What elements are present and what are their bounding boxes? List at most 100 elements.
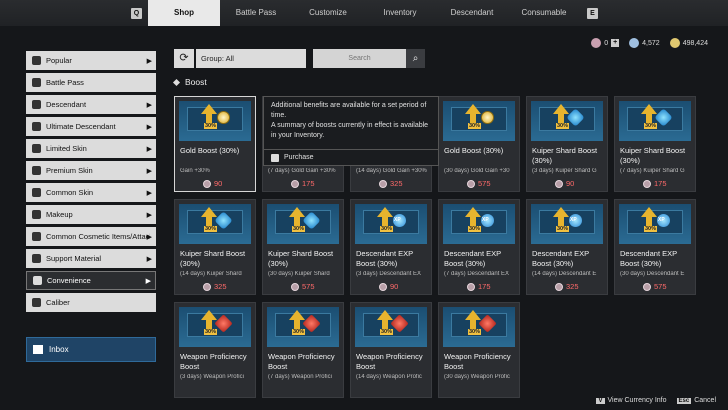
chevron-right-icon: ▶ [146, 167, 152, 175]
view-currency-hint[interactable]: V View Currency Info [596, 397, 667, 404]
boost-arrow-icon [553, 104, 569, 114]
sidebar-item-label: Makeup [46, 210, 73, 219]
sidebar-item-descendant[interactable]: Descendant ▶ [26, 95, 156, 114]
product-card[interactable]: 30% Weapon Proficiency Boost (30 days) Wea… [438, 302, 520, 398]
product-card[interactable]: 30% Descendant EXP Boost (30%) (30 days) D… [614, 199, 696, 295]
boost-arrow-icon [289, 310, 305, 320]
gem-amount: 4,572 [642, 39, 660, 47]
price-value: 325 [214, 282, 227, 291]
product-name: Weapon Proficiency Boost [268, 352, 335, 371]
percent-badge: 30% [204, 226, 218, 232]
tab-customize[interactable]: Customize [294, 0, 362, 26]
product-name: Weapon Proficiency Boost [180, 352, 247, 371]
currency-gem: 4,572 [629, 38, 660, 48]
sidebar-item-label: Convenience [47, 276, 91, 285]
product-name: Kuiper Shard Boost (30%) [532, 146, 598, 165]
product-name: Kuiper Shard Boost (30%) [620, 146, 686, 165]
boost-arrow-icon [201, 207, 217, 217]
product-description: (7 days) Descendant EX [444, 271, 510, 277]
chevron-right-icon: ▶ [146, 123, 152, 131]
product-card[interactable]: 30% Kuiper Shard Boost (30%) (30 days) Kui… [262, 199, 344, 295]
mouse-icon [271, 153, 279, 162]
inbox-button[interactable]: Inbox [26, 337, 156, 362]
caliber-coin-icon [467, 179, 475, 188]
star-icon [32, 56, 41, 65]
add-currency-icon[interactable]: + [611, 39, 620, 47]
tab-shop[interactable]: Shop [148, 0, 220, 26]
product-card[interactable]: 30% Kuiper Shard Boost (30%) (7 days) Kuip… [614, 96, 696, 192]
next-tab-key[interactable]: E [587, 8, 598, 19]
sidebar-item-common-skin[interactable]: Common Skin ▶ [26, 183, 156, 202]
product-name: Gold Boost (30%) [180, 146, 240, 155]
product-name: Descendant EXP Boost (30%) [620, 249, 677, 268]
group-filter-select[interactable]: Group: All [196, 49, 306, 68]
tab-descendant[interactable]: Descendant [438, 0, 506, 26]
product-card[interactable]: 30% Descendant EXP Boost (30%) (14 days) D… [526, 199, 608, 295]
sidebar-item-popular[interactable]: Popular ▶ [26, 51, 156, 70]
sidebar-item-common-cosmetic[interactable]: Common Cosmetic Items/Attachments▶ [26, 227, 156, 246]
caliber-coin-icon [203, 179, 211, 188]
product-card[interactable]: 30% Weapon Proficiency Boost (3 days) Weap… [174, 302, 256, 398]
search-icon: ⌕ [412, 53, 419, 64]
limited-skin-icon [32, 144, 41, 153]
product-name: Weapon Proficiency Boost [444, 352, 511, 371]
tooltip-line-2: A summary of boosts currently in effect … [271, 122, 429, 139]
sidebar-item-support-material[interactable]: Support Material ▶ [26, 249, 156, 268]
caliber-coin-icon [291, 282, 299, 291]
refresh-button[interactable]: ⟳ [174, 49, 194, 68]
purchase-button[interactable]: Purchase [264, 149, 438, 165]
search-input[interactable] [313, 49, 406, 68]
sidebar-item-convenience[interactable]: Convenience ▶ [26, 271, 156, 290]
sidebar-item-makeup[interactable]: Makeup ▶ [26, 205, 156, 224]
product-card[interactable]: 30% Weapon Proficiency Boost (7 days) Weap… [262, 302, 344, 398]
boost-arrow-icon [553, 207, 569, 217]
sidebar-item-limited-skin[interactable]: Limited Skin ▶ [26, 139, 156, 158]
product-thumbnail: 30% [267, 307, 339, 347]
percent-badge: 30% [644, 123, 658, 129]
product-card[interactable]: 30% Kuiper Shard Boost (30%) (3 days) Kuip… [526, 96, 608, 192]
product-card[interactable]: 30% Gold Boost (30%) (30 days) Gold Gain +… [438, 96, 520, 192]
esc-key-icon: Esc [676, 398, 692, 404]
cancel-hint[interactable]: Esc Cancel [676, 397, 716, 404]
premium-skin-icon [32, 166, 41, 175]
tab-inventory[interactable]: Inventory [366, 0, 434, 26]
prev-tab-key[interactable]: Q [131, 8, 142, 19]
percent-badge: 30% [644, 226, 658, 232]
boost-arrow-icon [289, 207, 305, 217]
percent-badge: 30% [468, 329, 482, 335]
tab-consumable[interactable]: Consumable [510, 0, 578, 26]
chevron-right-icon: ▶ [146, 145, 152, 153]
product-price: 325 [203, 282, 227, 291]
product-card[interactable]: 30% Kuiper Shard Boost (30%) (14 days) Kui… [174, 199, 256, 295]
product-card[interactable]: 30% Gold Boost (30%) Gain +30% 90 [174, 96, 256, 192]
product-card[interactable]: 30% Descendant EXP Boost (30%) (7 days) De… [438, 199, 520, 295]
footer-hints: V View Currency Info Esc Cancel [596, 397, 716, 404]
caliber-coin-icon [555, 179, 563, 188]
product-price: 325 [555, 282, 579, 291]
price-value: 90 [390, 282, 399, 291]
product-name: Descendant EXP Boost (30%) [532, 249, 589, 268]
purchase-label: Purchase [284, 153, 314, 161]
sidebar-item-ultimate-descendant[interactable]: Ultimate Descendant ▶ [26, 117, 156, 136]
sidebar-item-battle-pass[interactable]: Battle Pass [26, 73, 156, 92]
product-card[interactable]: 30% Weapon Proficiency Boost (14 days) Wea… [350, 302, 432, 398]
sidebar-item-caliber[interactable]: Caliber [26, 293, 156, 312]
product-thumbnail: 30% [531, 101, 603, 141]
tab-battle-pass[interactable]: Battle Pass [222, 0, 290, 26]
product-price: 575 [467, 179, 491, 188]
category-sidebar: Popular ▶ Battle Pass Descendant ▶ Ultimat… [26, 51, 156, 315]
product-description: (30 days) Descendant E [620, 271, 685, 277]
product-card[interactable]: 30% Descendant EXP Boost (30%) (3 days) De… [350, 199, 432, 295]
refresh-icon: ⟳ [179, 52, 189, 64]
product-thumbnail: 30% [531, 204, 603, 244]
product-description: (30 days) Kuiper Shard [268, 271, 330, 277]
caliber-coin-icon [467, 282, 475, 291]
caliber-coin-icon [291, 179, 299, 188]
product-name: Gold Boost (30%) [444, 146, 504, 155]
product-name: Weapon Proficiency Boost [356, 352, 423, 371]
search-button[interactable]: ⌕ [406, 49, 425, 68]
caliber-coin-icon [379, 179, 387, 188]
sidebar-item-premium-skin[interactable]: Premium Skin ▶ [26, 161, 156, 180]
product-thumbnail: 30% [179, 101, 251, 141]
product-name: Kuiper Shard Boost (30%) [268, 249, 334, 268]
